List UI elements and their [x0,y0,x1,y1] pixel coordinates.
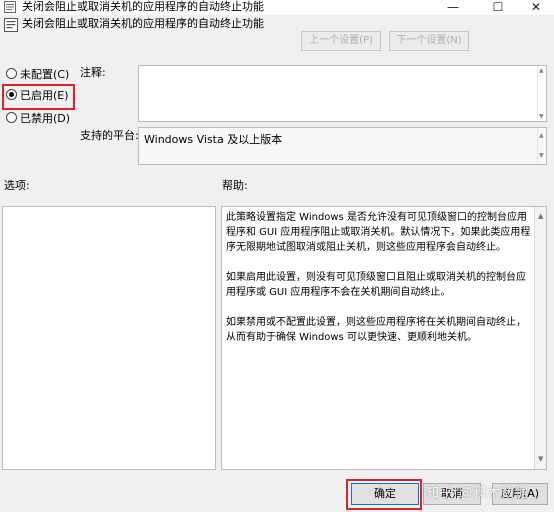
help-scrollbar[interactable]: ▲ ▼ [534,207,546,469]
comment-scrollbar[interactable]: ▲ ▼ [537,66,546,121]
watermark-text: 知乎 @积木数据 [426,486,530,501]
options-panel [2,206,216,470]
radio-unchecked-icon [6,112,17,123]
help-paragraph: 如果禁用或不配置此设置，则这些应用程序将在关机期间自动终止，从而有助于确保 Wi… [226,317,526,343]
help-paragraph: 此策略设置指定 Windows 是否允许没有可见顶级窗口的控制台应用程序和 GU… [226,212,531,253]
comment-label: 注释: [80,66,106,79]
supported-platform-label: 支持的平台: [80,129,139,142]
radio-disabled[interactable]: 已禁用(D) [6,111,70,127]
ok-highlight-annotation [346,479,422,510]
policy-setting-icon [4,18,18,32]
scroll-up-icon[interactable]: ▲ [539,129,544,143]
minimize-button[interactable]: — [433,0,473,15]
supported-platform-field: Windows Vista 及以上版本 ▲ ▼ [138,127,547,165]
close-button[interactable]: ✕ [516,0,554,15]
policy-app-icon [4,1,16,13]
previous-setting-button[interactable]: 上一个设置(P) [301,31,381,51]
help-label: 帮助: [222,179,248,192]
policy-title: 关闭会阻止或取消关机的应用程序的自动终止功能 [22,17,264,30]
title-bar: 关闭会阻止或取消关机的应用程序的自动终止功能 — ☐ ✕ [0,0,554,15]
scroll-up-icon[interactable]: ▲ [539,67,544,74]
supported-platform-value: Windows Vista 及以上版本 [144,133,283,146]
maximize-button[interactable]: ☐ [478,0,518,15]
help-paragraph: 如果启用此设置，则没有可见顶级窗口且阻止或取消关机的控制台应用程序或 GUI 应… [226,272,526,298]
scroll-down-icon[interactable]: ▼ [538,452,543,467]
enabled-highlight-annotation [2,84,75,110]
next-setting-button[interactable]: 下一个设置(N) [389,31,469,51]
options-label: 选项: [4,179,30,192]
platform-scrollbar[interactable]: ▲ ▼ [537,128,546,164]
scroll-down-icon[interactable]: ▼ [539,113,544,120]
scroll-down-icon[interactable]: ▼ [539,149,544,163]
radio-disabled-label: 已禁用(D) [20,112,71,125]
radio-not-configured[interactable]: 未配置(C) [6,67,69,83]
scroll-up-icon[interactable]: ▲ [538,209,543,224]
window-title: 关闭会阻止或取消关机的应用程序的自动终止功能 [22,0,264,13]
help-panel: 此策略设置指定 Windows 是否允许没有可见顶级窗口的控制台应用程序和 GU… [221,206,547,470]
comment-textarea[interactable]: ▲ ▼ [138,65,547,122]
radio-not-configured-label: 未配置(C) [20,68,70,81]
radio-unchecked-icon [6,68,17,79]
